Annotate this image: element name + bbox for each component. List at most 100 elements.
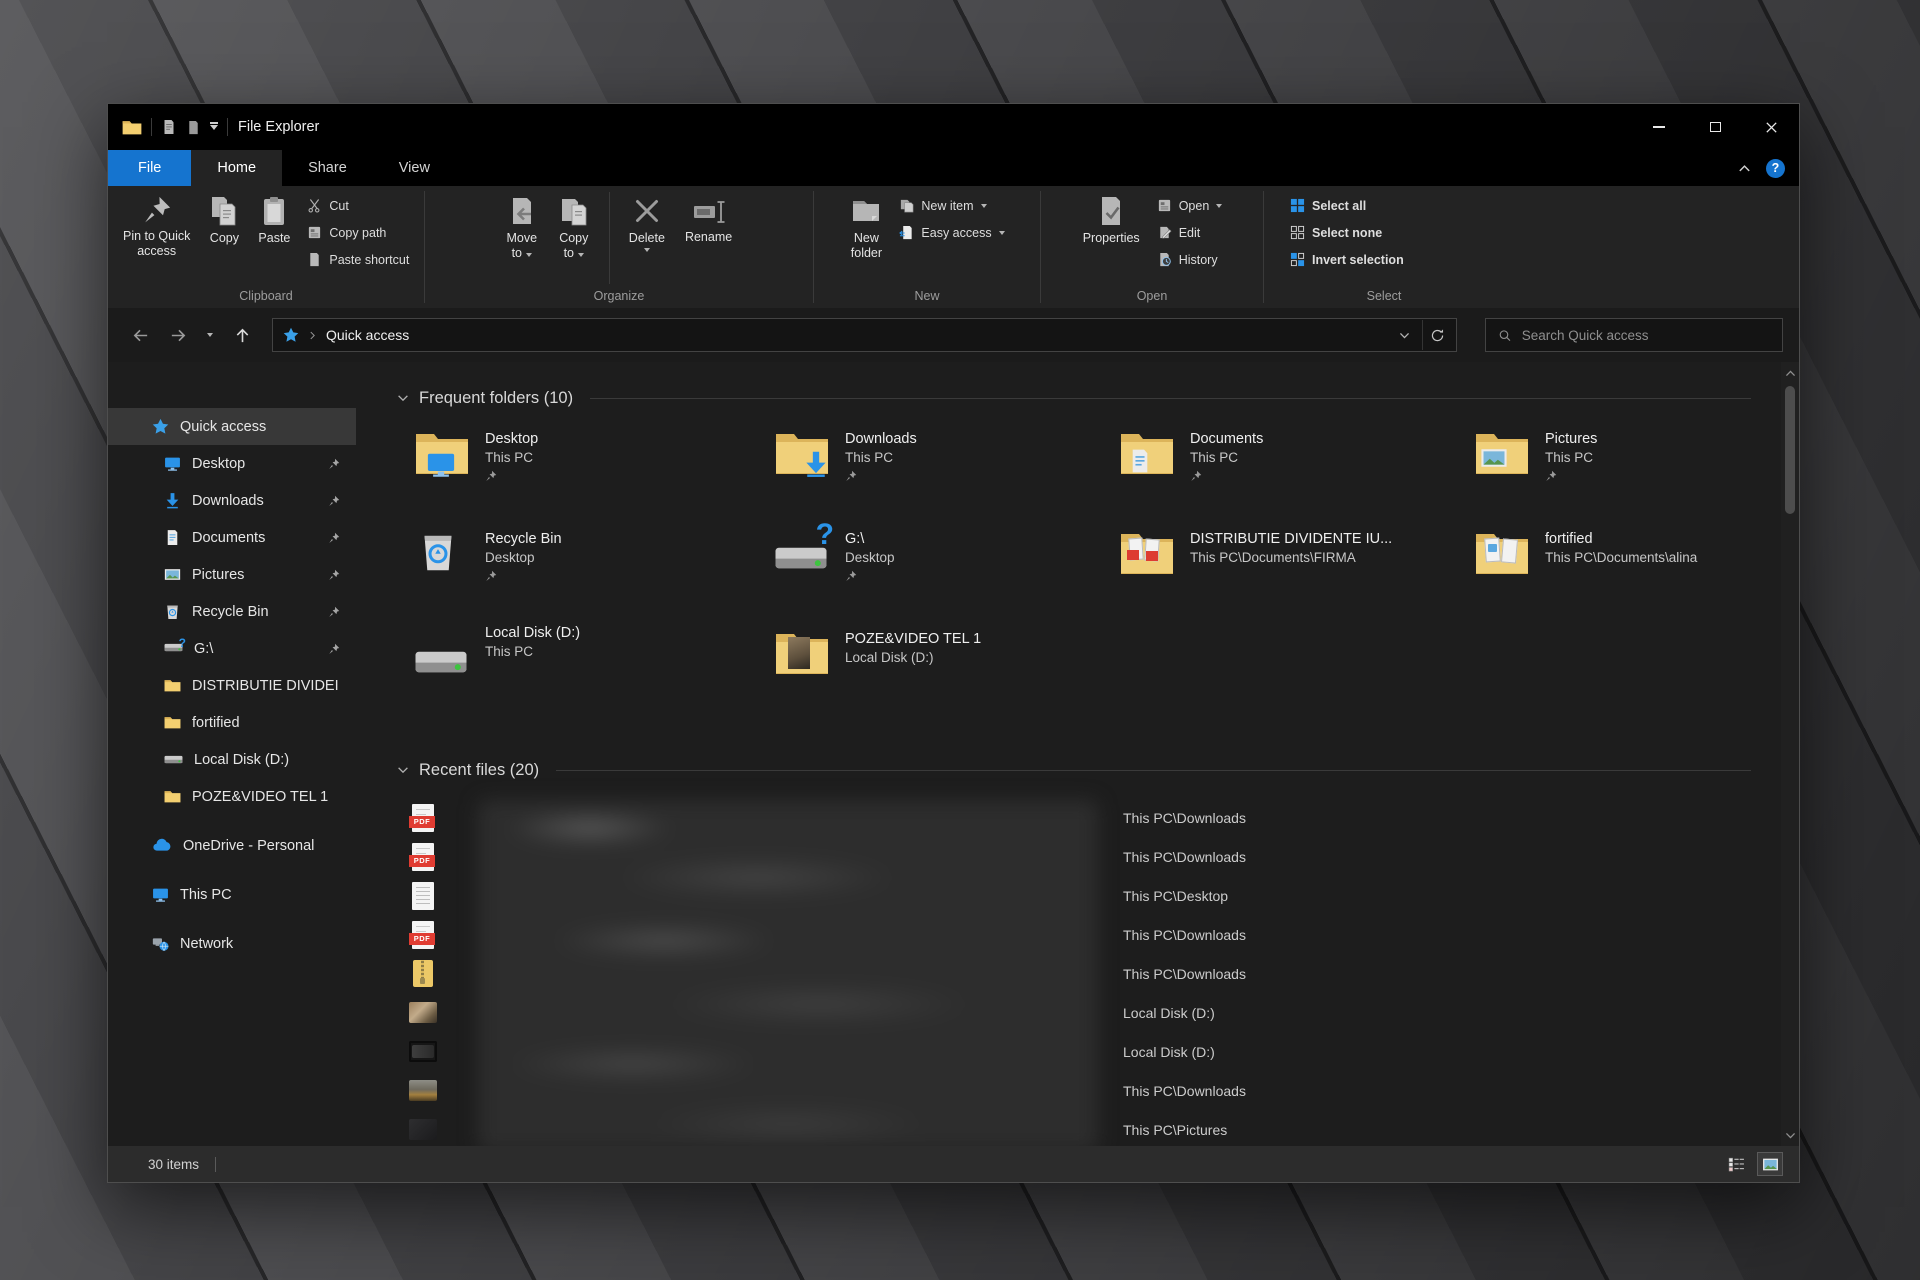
tab-view[interactable]: View: [373, 150, 456, 186]
tile-downloads[interactable]: Downloads This PC: [774, 430, 1119, 530]
properties-qat-icon[interactable]: [161, 119, 177, 135]
folder-downloads-icon: [774, 430, 830, 476]
rename-button[interactable]: Rename: [676, 190, 741, 247]
sidebar-item-fortified[interactable]: fortified: [108, 704, 356, 741]
frequent-folders-grid: Desktop This PC Downloads This PC Docume…: [414, 430, 1781, 730]
minimize-icon: [1653, 126, 1665, 128]
copy-path-button[interactable]: Copy path: [299, 219, 417, 246]
scroll-up-icon[interactable]: [1781, 364, 1799, 382]
forward-button[interactable]: [162, 319, 194, 351]
scroll-down-icon[interactable]: [1781, 1126, 1799, 1144]
customize-qat-dropdown-icon[interactable]: [210, 121, 218, 130]
recent-files-header[interactable]: Recent files (20): [396, 754, 1781, 786]
pin-icon: [485, 470, 497, 482]
delete-button[interactable]: Delete: [620, 190, 674, 254]
open-button[interactable]: Open: [1149, 192, 1231, 219]
removable-drive-icon: ?: [164, 636, 186, 656]
edit-button[interactable]: Edit: [1149, 219, 1231, 246]
recent-file-row[interactable]: PDF This PC\Downloads: [409, 915, 1781, 954]
tile-desktop[interactable]: Desktop This PC: [414, 430, 774, 530]
history-icon: [1157, 252, 1172, 267]
sidebar-item-local-disk-d[interactable]: Local Disk (D:): [108, 741, 356, 778]
address-bar[interactable]: Quick access: [272, 318, 1457, 352]
back-button[interactable]: [124, 319, 156, 351]
sidebar-item-quick-access[interactable]: Quick access: [108, 408, 356, 445]
refresh-button[interactable]: [1422, 320, 1452, 350]
tab-share[interactable]: Share: [282, 150, 373, 186]
ribbon-tab-bar: File Home Share View ?: [108, 150, 1799, 186]
sidebar-item-g-drive[interactable]: ? G:\: [108, 630, 356, 667]
cut-icon: [307, 198, 322, 213]
ribbon-group-new: New folder New item Easy access New: [814, 186, 1040, 308]
tile-distributie[interactable]: DISTRIBUTIE DIVIDENTE IU... This PC\Docu…: [1119, 530, 1474, 630]
pin-to-quick-access-button[interactable]: Pin to Quick access: [114, 190, 199, 261]
up-button[interactable]: [226, 319, 258, 351]
vertical-scrollbar[interactable]: [1781, 362, 1799, 1146]
tile-documents[interactable]: Documents This PC: [1119, 430, 1474, 530]
details-view-button[interactable]: [1723, 1152, 1749, 1176]
sidebar-item-this-pc[interactable]: This PC: [108, 876, 356, 913]
recycle-bin-icon: [414, 530, 470, 576]
search-input[interactable]: [1521, 327, 1770, 343]
paste-button[interactable]: Paste: [249, 190, 299, 248]
address-dropdown-button[interactable]: [1390, 320, 1418, 350]
copy-to-button[interactable]: Copy to: [549, 190, 599, 263]
sidebar-item-desktop[interactable]: Desktop: [108, 445, 356, 482]
new-folder-button[interactable]: New folder: [841, 190, 891, 263]
recent-file-row[interactable]: This PC\Desktop: [412, 876, 1781, 915]
copy-button[interactable]: Copy: [199, 190, 249, 248]
recent-file-row[interactable]: PDF This PC\Downloads: [409, 798, 1781, 837]
select-all-button[interactable]: Select all: [1282, 192, 1412, 219]
invert-selection-button[interactable]: Invert selection: [1282, 246, 1412, 273]
sidebar-item-downloads[interactable]: Downloads: [108, 482, 356, 519]
search-box[interactable]: [1485, 318, 1783, 352]
tile-fortified[interactable]: fortified This PC\Documents\alina: [1474, 530, 1781, 630]
sidebar-item-documents[interactable]: Documents: [108, 519, 356, 556]
recent-file-row[interactable]: This PC\Downloads: [413, 954, 1781, 993]
status-bar: 30 items: [108, 1146, 1799, 1182]
frequent-folders-header[interactable]: Frequent folders (10): [396, 382, 1781, 414]
tab-home[interactable]: Home: [191, 150, 283, 186]
new-item-button[interactable]: New item: [891, 192, 1012, 219]
group-label-select: Select: [1366, 289, 1402, 303]
select-none-button[interactable]: Select none: [1282, 219, 1412, 246]
tab-file[interactable]: File: [108, 150, 192, 186]
recent-file-row[interactable]: Local Disk (D:): [409, 1032, 1781, 1071]
minimize-button[interactable]: [1631, 104, 1687, 150]
sidebar-item-recycle-bin[interactable]: Recycle Bin: [108, 593, 356, 630]
recent-file-row[interactable]: This PC\Pictures: [409, 1110, 1781, 1146]
history-button[interactable]: History: [1149, 246, 1231, 273]
downloads-icon: [164, 492, 181, 509]
collapse-ribbon-icon[interactable]: [1737, 161, 1752, 176]
move-to-button[interactable]: Move to: [497, 190, 547, 263]
recent-file-row[interactable]: PDF This PC\Downloads: [409, 837, 1781, 876]
breadcrumb-location[interactable]: Quick access: [326, 327, 409, 343]
tile-g-drive[interactable]: ? G:\ Desktop: [774, 518, 1119, 630]
tile-pictures[interactable]: Pictures This PC: [1474, 430, 1781, 530]
recent-file-row[interactable]: This PC\Downloads: [409, 1071, 1781, 1110]
close-button[interactable]: [1743, 104, 1799, 150]
sidebar-item-pictures[interactable]: Pictures: [108, 556, 356, 593]
tile-local-disk-d[interactable]: Local Disk (D:) This PC: [414, 625, 774, 730]
sidebar-item-network[interactable]: Network: [108, 925, 356, 962]
recent-locations-dropdown[interactable]: [200, 319, 220, 351]
paste-shortcut-button[interactable]: Paste shortcut: [299, 246, 417, 273]
properties-button[interactable]: Properties: [1074, 190, 1149, 248]
search-icon: [1498, 328, 1512, 343]
thumbnails-view-button[interactable]: [1757, 1152, 1783, 1176]
tile-recycle-bin[interactable]: Recycle Bin Desktop: [414, 530, 774, 630]
properties-icon: [1095, 195, 1127, 227]
sidebar-item-distributie[interactable]: DISTRIBUTIE DIVIDEI: [108, 667, 356, 704]
sidebar-item-onedrive[interactable]: OneDrive - Personal: [108, 827, 356, 864]
recent-file-row[interactable]: Local Disk (D:): [409, 993, 1781, 1032]
maximize-button[interactable]: [1687, 104, 1743, 150]
sidebar-item-poze-video[interactable]: POZE&VIDEO TEL 1: [108, 778, 356, 815]
tile-poze-video[interactable]: POZE&VIDEO TEL 1 Local Disk (D:): [774, 630, 1119, 730]
scrollbar-thumb[interactable]: [1785, 386, 1795, 514]
help-button[interactable]: ?: [1766, 158, 1785, 178]
cut-button[interactable]: Cut: [299, 192, 417, 219]
easy-access-button[interactable]: Easy access: [891, 219, 1012, 246]
new-folder-qat-icon[interactable]: [186, 120, 201, 135]
pin-icon: [328, 458, 340, 470]
recent-files-list: PDF This PC\Downloads PDF This PC\Downlo…: [409, 798, 1781, 1146]
